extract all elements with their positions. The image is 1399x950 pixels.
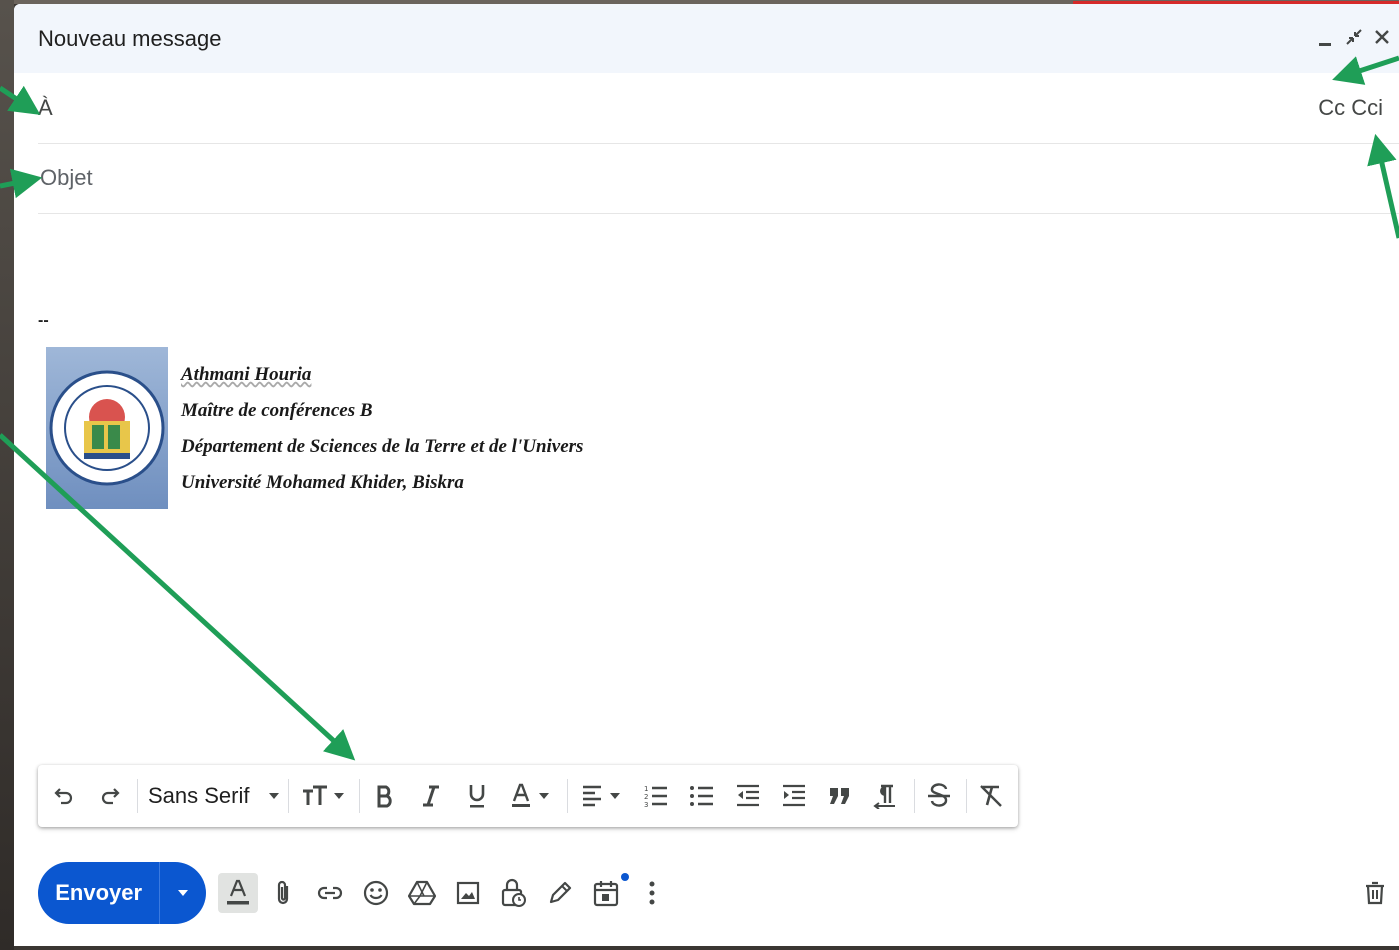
send-button-group: Envoyer bbox=[38, 862, 206, 924]
formatting-icon[interactable] bbox=[218, 873, 258, 913]
redo-icon[interactable] bbox=[96, 779, 124, 813]
remove-formatting-icon[interactable] bbox=[976, 779, 1006, 813]
notification-dot bbox=[621, 873, 629, 881]
signature-department: Département de Sciences de la Terre et d… bbox=[181, 436, 584, 457]
font-family-select[interactable]: Sans Serif bbox=[148, 779, 286, 813]
more-options-icon[interactable] bbox=[632, 873, 672, 913]
trash-icon[interactable] bbox=[1355, 873, 1395, 913]
signature-icon[interactable] bbox=[540, 873, 580, 913]
rtl-icon[interactable] bbox=[871, 779, 901, 813]
bcc-link[interactable]: Cci bbox=[1351, 95, 1383, 120]
compose-header[interactable]: Nouveau message bbox=[14, 4, 1399, 73]
quote-icon[interactable] bbox=[825, 779, 855, 813]
schedule-icon[interactable] bbox=[586, 873, 626, 913]
compose-window: Nouveau message À Cc Cci -- bbox=[14, 4, 1399, 946]
cc-link[interactable]: Cc bbox=[1318, 95, 1345, 120]
bulleted-list-icon[interactable] bbox=[687, 779, 717, 813]
indent-more-icon[interactable] bbox=[779, 779, 809, 813]
text-color-icon[interactable] bbox=[508, 779, 558, 813]
italic-icon[interactable] bbox=[418, 779, 444, 813]
signature-name: Athmani Houria bbox=[181, 364, 312, 385]
numbered-list-icon[interactable]: 1 2 3 bbox=[641, 779, 671, 813]
font-family-label: Sans Serif bbox=[148, 783, 250, 808]
underline-icon[interactable] bbox=[464, 779, 490, 813]
signature-university: Université Mohamed Khider, Biskra bbox=[181, 472, 464, 493]
compose-title: Nouveau message bbox=[38, 26, 222, 51]
align-icon[interactable] bbox=[578, 779, 628, 813]
toolbar-separator bbox=[359, 779, 360, 813]
link-icon[interactable] bbox=[310, 873, 350, 913]
compose-actions-bar: Envoyer bbox=[14, 844, 1399, 934]
emoji-icon[interactable] bbox=[356, 873, 396, 913]
toolbar-separator bbox=[914, 779, 915, 813]
undo-icon[interactable] bbox=[50, 779, 78, 813]
cc-bcc-links: Cc Cci bbox=[1318, 95, 1383, 121]
svg-text:3: 3 bbox=[644, 801, 648, 809]
toolbar-separator bbox=[137, 779, 138, 813]
close-icon[interactable] bbox=[1371, 24, 1393, 50]
to-input[interactable] bbox=[66, 87, 1270, 129]
recipients-row: À Cc Cci bbox=[38, 73, 1399, 144]
chevron-down-icon bbox=[177, 884, 189, 902]
university-logo bbox=[46, 347, 168, 509]
svg-text:2: 2 bbox=[644, 793, 648, 801]
signature-block: Athmani Houria Maître de conférences B D… bbox=[181, 364, 583, 508]
subject-input[interactable] bbox=[38, 157, 1342, 199]
message-body[interactable]: -- Athmani Houria Maître de conférences … bbox=[38, 214, 1378, 759]
confidential-icon[interactable] bbox=[494, 873, 534, 913]
svg-text:1: 1 bbox=[644, 785, 648, 793]
photo-icon[interactable] bbox=[448, 873, 488, 913]
toolbar-separator bbox=[966, 779, 967, 813]
drive-icon[interactable] bbox=[402, 873, 442, 913]
background-strip bbox=[0, 0, 14, 950]
to-label: À bbox=[38, 95, 53, 120]
formatting-toolbar: Sans Serif 1 2 3 bbox=[38, 765, 1018, 827]
text-size-icon[interactable] bbox=[300, 779, 350, 813]
exit-fullscreen-icon[interactable] bbox=[1343, 24, 1365, 50]
signature-separator: -- bbox=[38, 312, 49, 329]
subject-row bbox=[38, 143, 1399, 214]
minimize-icon[interactable] bbox=[1314, 24, 1336, 50]
indent-less-icon[interactable] bbox=[733, 779, 763, 813]
bold-icon[interactable] bbox=[372, 779, 398, 813]
signature-role: Maître de conférences B bbox=[181, 400, 373, 421]
strikethrough-icon[interactable] bbox=[924, 779, 954, 813]
chevron-down-icon bbox=[268, 792, 280, 800]
send-options-button[interactable] bbox=[160, 862, 206, 924]
toolbar-separator bbox=[567, 779, 568, 813]
toolbar-separator bbox=[288, 779, 289, 813]
attach-icon[interactable] bbox=[263, 873, 303, 913]
send-button[interactable]: Envoyer bbox=[38, 862, 161, 924]
